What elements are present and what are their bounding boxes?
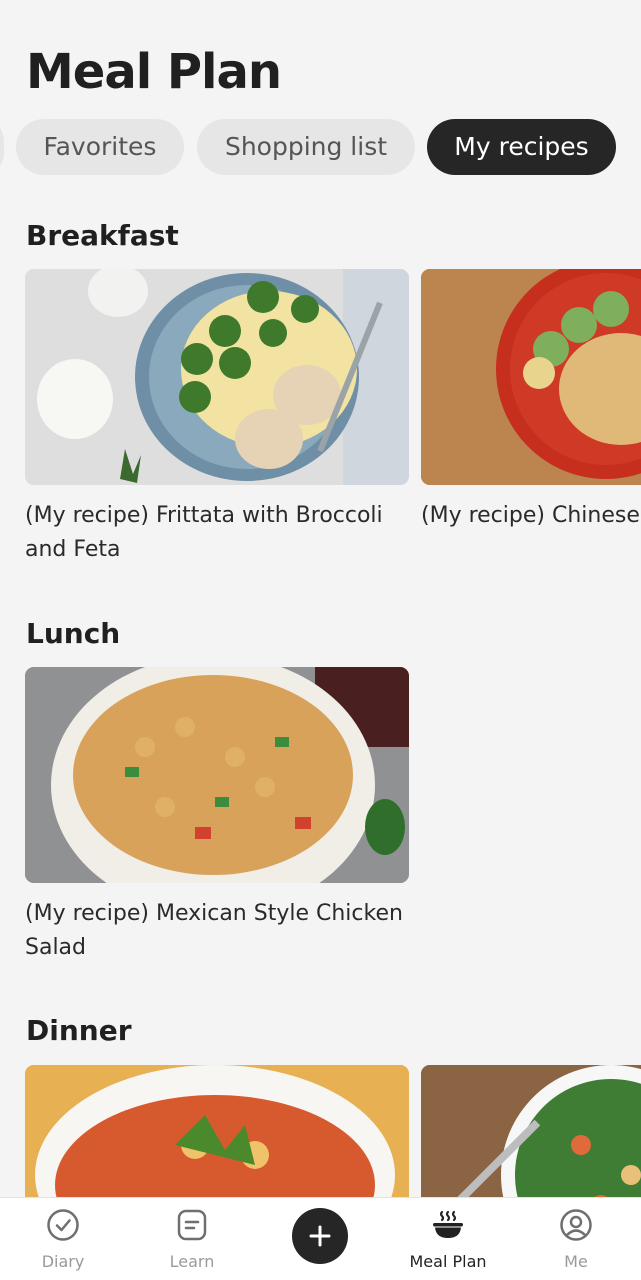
recipe-image <box>421 269 641 485</box>
chip-favorites[interactable]: Favorites <box>16 119 184 175</box>
recipe-title: (My recipe) Chinese Omelet <box>421 503 641 528</box>
nav-label: Me <box>564 1252 588 1271</box>
recipe-image <box>25 667 409 883</box>
nav-diary[interactable]: Diary <box>8 1198 118 1280</box>
section-title-dinner: Dinner <box>26 1014 132 1047</box>
recipe-card[interactable]: (My recipe) Chinese Omelet <box>421 269 641 533</box>
recipe-image <box>25 269 409 485</box>
meal-plan-screen: Meal Plan Favorites Shopping list My rec… <box>0 0 641 1280</box>
add-button[interactable] <box>292 1208 348 1264</box>
user-circle-icon <box>559 1208 593 1242</box>
chip-offscreen[interactable] <box>0 119 4 175</box>
nav-label: Learn <box>169 1252 215 1271</box>
chip-my-recipes[interactable]: My recipes <box>427 119 616 175</box>
check-circle-icon <box>46 1208 80 1242</box>
filter-chips: Favorites Shopping list My recipes <box>0 119 641 175</box>
section-title-lunch: Lunch <box>26 617 121 650</box>
bottom-navigation: Diary Learn Meal Plan Me <box>0 1197 641 1280</box>
nav-learn[interactable]: Learn <box>137 1198 247 1280</box>
nav-meal-plan[interactable]: Meal Plan <box>393 1198 503 1280</box>
nav-label: Diary <box>41 1252 85 1271</box>
section-title-breakfast: Breakfast <box>26 219 179 252</box>
plus-icon <box>292 1225 348 1268</box>
recipe-title: (My recipe) Frittata with Broccoli and F… <box>25 503 383 562</box>
recipe-card[interactable]: (My recipe) Mexican Style Chicken Salad <box>25 667 409 965</box>
bowl-icon <box>431 1208 465 1242</box>
recipe-card[interactable]: (My recipe) Frittata with Broccoli and F… <box>25 269 409 567</box>
nav-label: Meal Plan <box>409 1252 487 1271</box>
document-icon <box>175 1208 209 1242</box>
recipe-title: (My recipe) Mexican Style Chicken Salad <box>25 901 403 960</box>
page-title: Meal Plan <box>26 44 282 100</box>
chip-shopping-list[interactable]: Shopping list <box>197 119 415 175</box>
nav-me[interactable]: Me <box>521 1198 631 1280</box>
